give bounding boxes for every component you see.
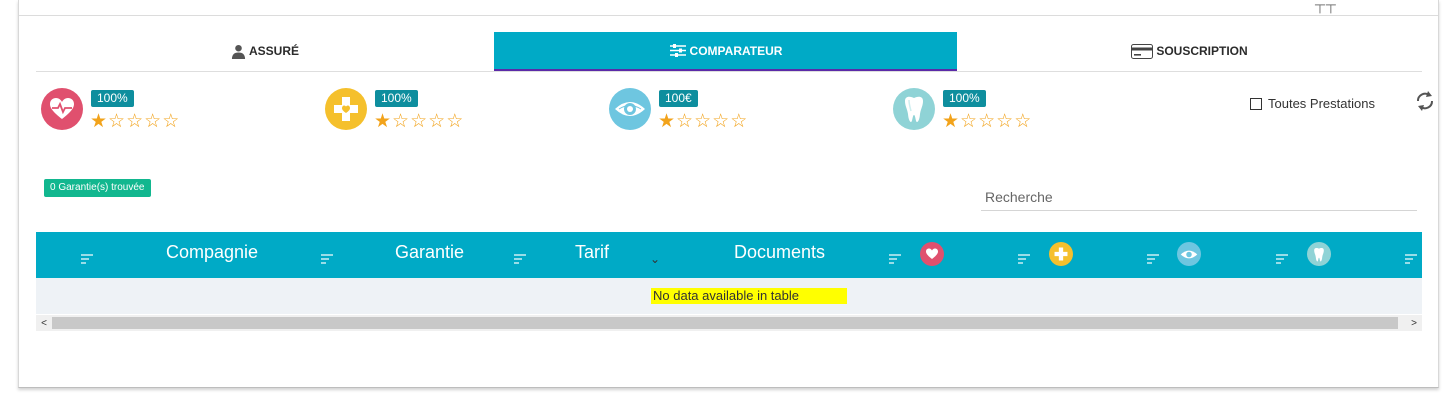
star-empty-icon[interactable]: ☆ (162, 111, 180, 132)
medical-cross-icon[interactable] (1049, 242, 1073, 266)
star-empty-icon[interactable]: ☆ (108, 111, 126, 132)
star-empty-icon[interactable]: ☆ (996, 111, 1014, 132)
tab-souscription[interactable]: SOUSCRIPTION (957, 32, 1422, 70)
tab-assure[interactable]: ASSURÉ (36, 32, 494, 70)
refresh-icon[interactable] (1415, 90, 1435, 117)
user-icon (231, 44, 246, 59)
tab-label: SOUSCRIPTION (1156, 44, 1248, 58)
star-filled-icon[interactable]: ★ (90, 111, 108, 132)
tooth-icon (893, 88, 935, 130)
top-divider (19, 15, 1438, 16)
scroll-left-icon[interactable]: < (36, 315, 52, 331)
star-empty-icon[interactable]: ☆ (978, 111, 996, 132)
star-empty-icon[interactable]: ☆ (712, 111, 730, 132)
sort-icon[interactable] (1276, 254, 1288, 266)
sliders-icon (669, 43, 687, 58)
star-empty-icon[interactable]: ☆ (960, 111, 978, 132)
star-empty-icon[interactable]: ☆ (1014, 111, 1032, 132)
rating-stars: ★☆☆☆☆ (942, 112, 1032, 132)
star-empty-icon[interactable]: ☆ (730, 111, 748, 132)
medical-cross-icon (325, 88, 367, 130)
star-empty-icon[interactable]: ☆ (126, 111, 144, 132)
sort-icon[interactable] (1405, 254, 1417, 266)
rating-stars: ★☆☆☆☆ (658, 112, 748, 132)
heart-monitor-icon (41, 88, 83, 130)
coverage-badge: 100% (375, 90, 418, 107)
chevron-down-icon[interactable]: ⌄ (650, 252, 660, 266)
star-filled-icon[interactable]: ★ (942, 111, 960, 132)
rating-stars: ★☆☆☆☆ (90, 112, 180, 132)
heart-monitor-icon[interactable] (920, 242, 944, 266)
empty-table-message: No data available in table (651, 288, 847, 304)
scrollbar-thumb[interactable] (52, 317, 1398, 329)
star-empty-icon[interactable]: ☆ (144, 111, 162, 132)
top-menu-glyph: ┬┬ (1315, 0, 1337, 12)
credit-card-icon (1131, 43, 1154, 59)
all-services-checkbox[interactable] (1250, 97, 1262, 110)
tab-label: ASSURÉ (248, 44, 299, 58)
eye-icon (609, 88, 651, 130)
star-empty-icon[interactable]: ☆ (392, 111, 410, 132)
sort-icon[interactable] (514, 254, 526, 266)
star-filled-icon[interactable]: ★ (658, 111, 676, 132)
sort-icon[interactable] (889, 254, 901, 266)
star-empty-icon[interactable]: ☆ (428, 111, 446, 132)
tooth-icon[interactable] (1307, 242, 1331, 266)
star-empty-icon[interactable]: ☆ (694, 111, 712, 132)
rating-stars: ★☆☆☆☆ (374, 112, 464, 132)
coverage-badge: 100€ (659, 90, 698, 107)
eye-icon[interactable] (1177, 242, 1201, 266)
all-services-toggle[interactable]: Toutes Prestations (1250, 96, 1375, 111)
comparator-panel: ┬┬ ASSURÉ COMPARATEUR SOUSCRIPTION 100% … (18, 0, 1439, 388)
star-filled-icon[interactable]: ★ (374, 111, 392, 132)
coverage-badge: 100% (943, 90, 986, 107)
sort-icon[interactable] (1147, 254, 1159, 266)
wizard-tabs: ASSURÉ COMPARATEUR SOUSCRIPTION (36, 32, 1422, 72)
star-empty-icon[interactable]: ☆ (410, 111, 428, 132)
table-header: Compagnie Garantie Tarif ⌄ Documents (36, 232, 1422, 278)
coverage-badge: 100% (91, 90, 134, 107)
tab-label: COMPARATEUR (689, 43, 783, 58)
sort-icon[interactable] (321, 254, 333, 266)
star-empty-icon[interactable]: ☆ (446, 111, 464, 132)
sort-icon[interactable] (1018, 254, 1030, 266)
sort-icon[interactable] (81, 254, 93, 266)
table-body: No data available in table (36, 278, 1422, 314)
star-empty-icon[interactable]: ☆ (676, 111, 694, 132)
scroll-right-icon[interactable]: > (1406, 315, 1422, 331)
results-count-badge: 0 Garantie(s) trouvée (44, 179, 151, 197)
tab-comparateur[interactable]: COMPARATEUR (494, 32, 957, 71)
search-input[interactable] (981, 183, 1417, 211)
horizontal-scrollbar[interactable]: < > (36, 315, 1422, 331)
all-services-label: Toutes Prestations (1268, 96, 1375, 111)
